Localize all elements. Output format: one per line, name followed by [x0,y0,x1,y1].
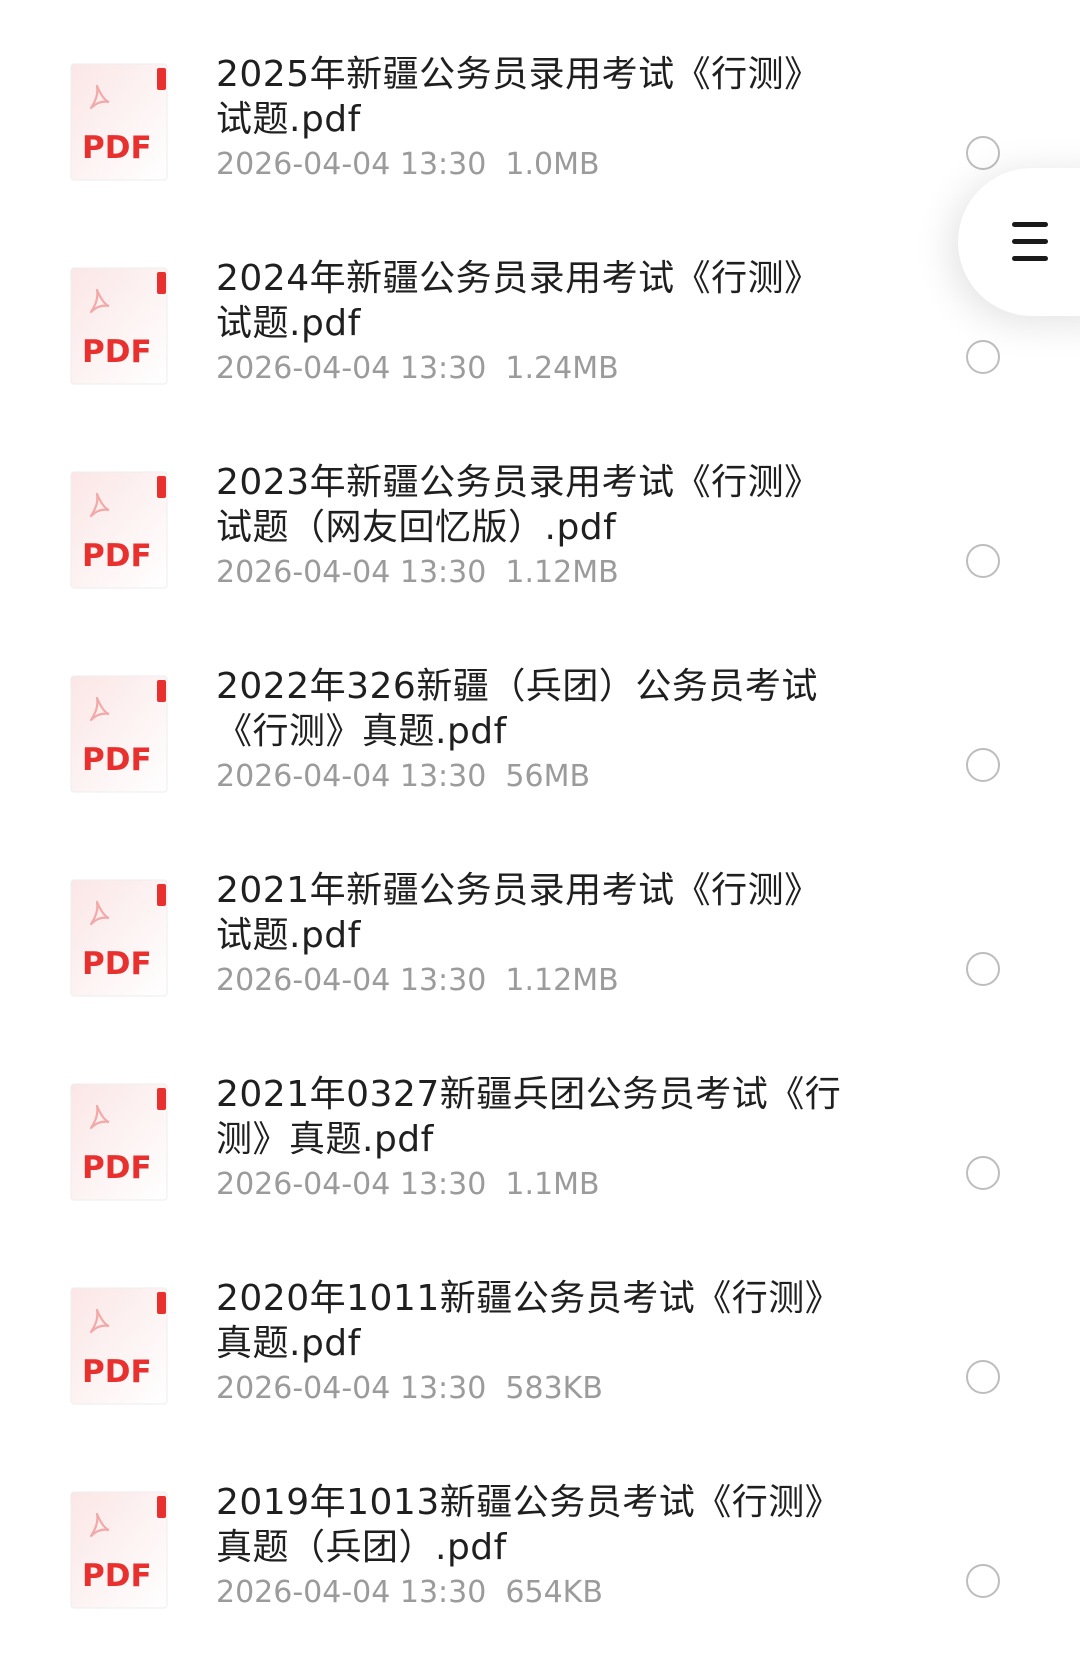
file-list-item[interactable]: PDF 2019年1013新疆公务员考试《行测》真题（兵团）.pdf 2026-… [0,1468,1080,1672]
select-radio[interactable] [966,748,1000,782]
pdf-file-icon: PDF [70,878,170,998]
pdf-icon-label: PDF [82,1558,152,1594]
file-name: 2021年0327新疆兵团公务员考试《行测》真题.pdf [216,1074,842,1160]
pdf-icon-label: PDF [82,1354,152,1390]
file-meta: 2026-04-04 13:30 1.1MB [216,1165,600,1205]
file-list-item[interactable]: PDF 2025年新疆公务员录用考试《行测》试题.pdf 2026-04-04 … [0,40,1080,244]
select-radio[interactable] [966,1564,1000,1598]
pdf-file-icon: PDF [70,62,170,182]
file-meta: 2026-04-04 13:30 583KB [216,1369,603,1409]
file-list-item[interactable]: PDF 2023年新疆公务员录用考试《行测》试题（网友回忆版）.pdf 2026… [0,448,1080,652]
pdf-file-icon: PDF [70,1286,170,1406]
file-meta: 2026-04-04 13:30 1.12MB [216,961,619,1001]
pdf-icon-label: PDF [82,946,152,982]
select-radio[interactable] [966,1156,1000,1190]
pdf-icon-label: PDF [82,538,152,574]
file-date: 2026-04-04 13:30 [216,1371,487,1406]
file-date: 2026-04-04 13:30 [216,555,487,590]
pdf-file-icon: PDF [70,470,170,590]
file-size: 56MB [505,759,591,794]
file-date: 2026-04-04 13:30 [216,1167,487,1202]
pdf-file-icon: PDF [70,1490,170,1610]
pdf-icon-label: PDF [82,334,152,370]
file-meta: 2026-04-04 13:30 654KB [216,1573,603,1613]
file-size: 1.12MB [505,963,619,998]
file-name: 2025年新疆公务员录用考试《行测》试题.pdf [216,54,821,140]
file-date: 2026-04-04 13:30 [216,351,487,386]
pdf-icon-label: PDF [82,1150,152,1186]
select-radio[interactable] [966,136,1000,170]
pdf-file-icon: PDF [70,266,170,386]
file-date: 2026-04-04 13:30 [216,759,487,794]
file-list-item[interactable]: PDF 2022年326新疆（兵团）公务员考试《行测》真题.pdf 2026-0… [0,652,1080,856]
file-meta: 2026-04-04 13:30 1.12MB [216,553,619,593]
file-size: 1.12MB [505,555,619,590]
select-radio[interactable] [966,340,1000,374]
select-radio[interactable] [966,544,1000,578]
select-radio[interactable] [966,952,1000,986]
file-date: 2026-04-04 13:30 [216,963,487,998]
file-list: PDF 2025年新疆公务员录用考试《行测》试题.pdf 2026-04-04 … [0,0,1080,1638]
file-list-item[interactable]: PDF 2021年0327新疆兵团公务员考试《行测》真题.pdf 2026-04… [0,1060,1080,1264]
file-meta: 2026-04-04 13:30 56MB [216,757,590,797]
pdf-icon-label: PDF [82,742,152,778]
file-meta: 2026-04-04 13:30 1.24MB [216,349,619,389]
file-list-item[interactable]: PDF 2020年1011新疆公务员考试《行测》真题.pdf 2026-04-0… [0,1264,1080,1468]
file-name: 2020年1011新疆公务员考试《行测》真题.pdf [216,1278,842,1364]
file-size: 1.1MB [505,1167,600,1202]
pdf-icon-label: PDF [82,130,152,166]
pdf-file-icon: PDF [70,674,170,794]
file-name: 2022年326新疆（兵团）公务员考试《行测》真题.pdf [216,666,818,752]
file-meta: 2026-04-04 13:30 1.0MB [216,145,600,185]
file-list-item[interactable]: PDF 2021年新疆公务员录用考试《行测》试题.pdf 2026-04-04 … [0,856,1080,1060]
file-size: 1.0MB [505,147,600,182]
pdf-file-icon: PDF [70,1082,170,1202]
file-name: 2021年新疆公务员录用考试《行测》试题.pdf [216,870,821,956]
hamburger-menu-icon [1012,222,1048,262]
file-date: 2026-04-04 13:30 [216,1575,487,1610]
select-radio[interactable] [966,1360,1000,1394]
file-date: 2026-04-04 13:30 [216,147,487,182]
file-name: 2019年1013新疆公务员考试《行测》真题（兵团）.pdf [216,1482,842,1568]
file-list-item[interactable]: PDF 2024年新疆公务员录用考试《行测》试题.pdf 2026-04-04 … [0,244,1080,448]
file-size: 654KB [505,1575,603,1610]
file-name: 2024年新疆公务员录用考试《行测》试题.pdf [216,258,821,344]
file-name: 2023年新疆公务员录用考试《行测》试题（网友回忆版）.pdf [216,462,821,548]
file-size: 583KB [505,1371,603,1406]
file-size: 1.24MB [505,351,619,386]
